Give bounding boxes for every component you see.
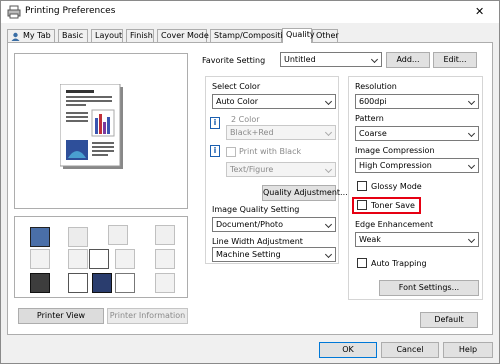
printer-icon bbox=[7, 5, 21, 19]
output-tray-icon bbox=[30, 227, 50, 247]
image-quality-setting-dropdown[interactable]: Document/Photo bbox=[212, 217, 336, 232]
edge-enhancement-dropdown[interactable]: Weak bbox=[355, 232, 479, 247]
tab-cover-mode[interactable]: Cover Mode bbox=[157, 29, 209, 42]
print-with-black-label: Print with Black bbox=[239, 147, 302, 156]
toner-save-label: Toner Save bbox=[371, 201, 415, 210]
stamp-icon bbox=[155, 225, 175, 245]
favorite-setting-label: Favorite Setting bbox=[202, 56, 266, 65]
resolution-dropdown[interactable]: 600dpi bbox=[355, 94, 479, 109]
glossy-mode-label: Glossy Mode bbox=[371, 182, 422, 191]
fold-icon bbox=[115, 249, 135, 269]
staple-icon bbox=[68, 227, 88, 247]
printer-view-button[interactable]: Printer View bbox=[18, 308, 104, 324]
title-bar: Printing Preferences ✕ bbox=[1, 1, 499, 23]
tab-basic[interactable]: Basic bbox=[58, 29, 88, 42]
info-icon: i bbox=[210, 145, 220, 157]
chevron-down-icon bbox=[324, 250, 333, 259]
user-icon bbox=[11, 32, 20, 41]
copies-icon bbox=[30, 249, 50, 269]
tab-other[interactable]: Other bbox=[312, 29, 339, 42]
document-icon bbox=[155, 273, 175, 293]
function-icons-area bbox=[14, 216, 188, 298]
preview-area bbox=[14, 53, 188, 209]
user-auth-icon bbox=[68, 273, 88, 293]
close-icon[interactable]: ✕ bbox=[475, 5, 484, 18]
edit-button[interactable]: Edit... bbox=[433, 52, 477, 68]
pattern-label: Pattern bbox=[355, 114, 384, 123]
glossy-mode-checkbox[interactable] bbox=[357, 181, 367, 191]
auto-trapping-checkbox[interactable] bbox=[357, 258, 367, 268]
window-title: Printing Preferences bbox=[25, 6, 116, 16]
printing-preferences-window: Printing Preferences ✕ My Tab Basic Layo… bbox=[0, 0, 500, 364]
select-color-label: Select Color bbox=[212, 82, 261, 91]
image-quality-setting-value: Document/Photo bbox=[216, 220, 283, 229]
line-width-adjustment-dropdown[interactable]: Machine Setting bbox=[212, 247, 336, 262]
auto-trapping-label: Auto Trapping bbox=[371, 259, 427, 268]
font-settings-button[interactable]: Font Settings... bbox=[379, 280, 479, 296]
image-compression-dropdown[interactable]: High Compression bbox=[355, 158, 479, 173]
two-color-label: 2 Color bbox=[231, 115, 260, 124]
resolution-label: Resolution bbox=[355, 82, 397, 91]
image-quality-setting-label: Image Quality Setting bbox=[212, 205, 300, 214]
tab-stamp-composition[interactable]: Stamp/Composition bbox=[210, 29, 293, 42]
tab-layout[interactable]: Layout bbox=[91, 29, 123, 42]
quality-settings-group: Resolution 600dpi Pattern Coarse Image C… bbox=[348, 76, 483, 300]
quality-tab-panel: Printer View Printer Information Favorit… bbox=[7, 42, 493, 335]
info-icon: i bbox=[210, 117, 220, 129]
secure-print-icon bbox=[30, 273, 50, 293]
edge-enhancement-value: Weak bbox=[359, 235, 381, 244]
cancel-button[interactable]: Cancel bbox=[381, 342, 439, 358]
select-color-value: Auto Color bbox=[216, 97, 259, 106]
chevron-down-icon bbox=[467, 235, 476, 244]
chevron-down-icon bbox=[467, 97, 476, 106]
help-button[interactable]: Help bbox=[443, 342, 493, 358]
favorite-value: Untitled bbox=[284, 55, 316, 64]
tab-quality[interactable]: Quality bbox=[282, 28, 315, 43]
chevron-down-icon bbox=[324, 220, 333, 229]
print-with-black-checkbox[interactable] bbox=[226, 147, 236, 157]
pattern-dropdown[interactable]: Coarse bbox=[355, 126, 479, 141]
two-color-dropdown[interactable]: Black+Red bbox=[226, 125, 336, 140]
line-width-adjustment-label: Line Width Adjustment bbox=[212, 237, 303, 246]
resolution-value: 600dpi bbox=[359, 97, 387, 106]
color-settings-group: Select Color Auto Color i 2 Color Black+… bbox=[205, 76, 348, 264]
chevron-down-icon bbox=[467, 161, 476, 170]
chevron-down-icon bbox=[324, 97, 333, 106]
chevron-down-icon bbox=[324, 128, 333, 137]
add-button[interactable]: Add... bbox=[386, 52, 430, 68]
chevron-down-icon bbox=[324, 165, 333, 174]
tab-my-tab[interactable]: My Tab bbox=[7, 29, 55, 42]
default-button[interactable]: Default bbox=[420, 312, 478, 328]
image-compression-label: Image Compression bbox=[355, 146, 435, 155]
pattern-value: Coarse bbox=[359, 129, 387, 138]
two-color-value: Black+Red bbox=[230, 128, 274, 137]
select-color-dropdown[interactable]: Auto Color bbox=[212, 94, 336, 109]
edge-enhancement-label: Edge Enhancement bbox=[355, 220, 434, 229]
image-compression-value: High Compression bbox=[359, 161, 432, 170]
quality-adjustment-button[interactable]: Quality Adjustment... bbox=[262, 185, 348, 201]
line-width-adjustment-value: Machine Setting bbox=[216, 250, 281, 259]
chevron-down-icon bbox=[467, 129, 476, 138]
booklet-icon bbox=[108, 225, 128, 245]
mail-icon bbox=[115, 273, 135, 293]
print-with-black-dropdown[interactable]: Text/Figure bbox=[226, 162, 336, 177]
tab-label: My Tab bbox=[23, 31, 51, 40]
toner-save-checkbox[interactable] bbox=[357, 200, 367, 210]
print-with-black-value: Text/Figure bbox=[230, 165, 274, 174]
printer-information-button[interactable]: Printer Information bbox=[107, 308, 188, 324]
punch-icon bbox=[68, 249, 88, 269]
cover-icon bbox=[155, 249, 175, 269]
chevron-down-icon bbox=[370, 55, 379, 64]
tab-finish[interactable]: Finish bbox=[126, 29, 154, 42]
ok-button[interactable]: OK bbox=[319, 342, 377, 358]
page-preview bbox=[60, 84, 123, 169]
account-track-icon bbox=[92, 273, 112, 293]
text-page-icon bbox=[89, 249, 109, 269]
favorite-setting-dropdown[interactable]: Untitled bbox=[280, 52, 382, 67]
